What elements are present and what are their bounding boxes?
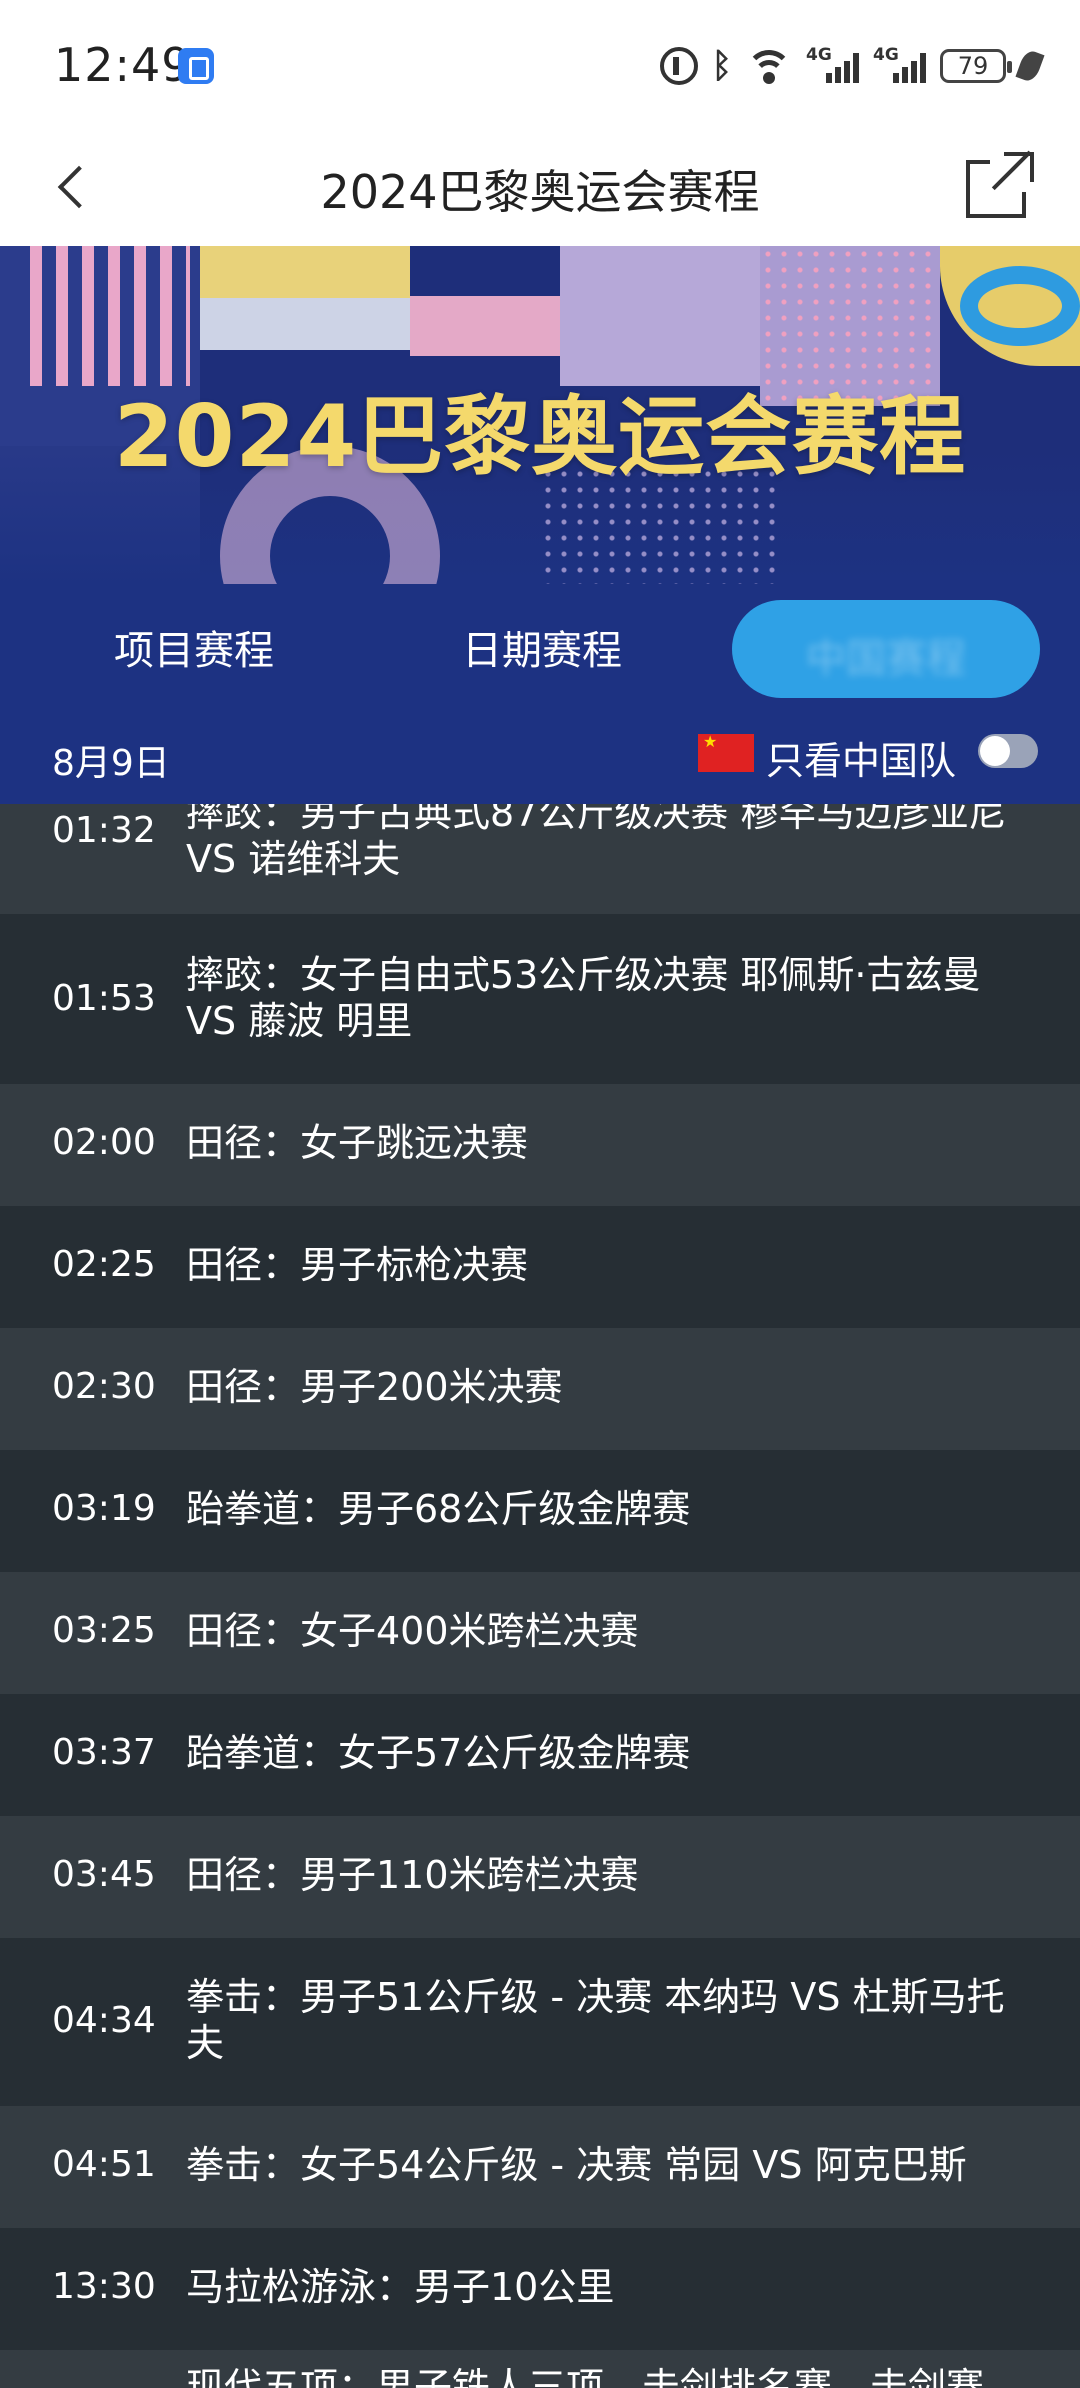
event-title: 现代五项：男子铁人三项，击剑排名赛，击剑赛 <box>186 2365 985 2388</box>
banner-shape <box>200 298 410 350</box>
event-title: 跆拳道：女子57公斤级金牌赛 <box>186 1731 691 1775</box>
lock-app-icon <box>178 48 214 84</box>
event-time: 01:53 <box>52 978 156 1019</box>
event-title: 田径：女子400米跨栏决赛 <box>186 1609 639 1653</box>
event-title: 田径：男子标枪决赛 <box>186 1243 529 1287</box>
schedule-row[interactable]: 04:34 拳击：男子51公斤级 - 决赛 本纳玛 VS 杜斯马托夫 <box>0 1938 1080 2106</box>
event-time: 03:25 <box>52 1610 156 1651</box>
current-date: 8月9日 <box>52 743 170 784</box>
event-time: 02:00 <box>52 1122 156 1163</box>
event-time: 01:32 <box>52 810 156 851</box>
event-title: 摔跤：女子自由式53公斤级决赛 耶佩斯·古兹曼 VS 藤波 明里 <box>186 953 981 1043</box>
event-title: 马拉松游泳：男子10公里 <box>186 2265 615 2309</box>
schedule-row[interactable]: 03:19 跆拳道：男子68公斤级金牌赛 <box>0 1450 1080 1572</box>
leaf-icon <box>1015 48 1045 84</box>
app-header: 2024巴黎奥运会赛程 <box>0 130 1080 246</box>
china-only-label: 只看中国队 <box>766 739 957 783</box>
schedule-row[interactable]: 01:32 摔跤：男子古典式87公斤级决赛 穆罕马迈彦亚尼 VS 诺维科夫 <box>0 804 1080 914</box>
signal-label: 4G <box>806 45 832 65</box>
tab-china-schedule[interactable]: 中国赛程 <box>732 600 1040 698</box>
schedule-row[interactable]: 现代五项：男子铁人三项，击剑排名赛，击剑赛 <box>0 2350 1080 2388</box>
event-time: 03:45 <box>52 1854 156 1895</box>
event-title: 田径：男子110米跨栏决赛 <box>186 1853 639 1897</box>
schedule-row[interactable]: 13:30 马拉松游泳：男子10公里 <box>0 2228 1080 2350</box>
tab-china-label: 中国赛程 <box>806 636 966 682</box>
schedule-row[interactable]: 02:25 田径：男子标枪决赛 <box>0 1206 1080 1328</box>
china-flag-icon <box>698 732 754 772</box>
banner-title: 2024巴黎奥运会赛程 <box>113 387 967 487</box>
banner-shape <box>410 296 560 356</box>
battery-icon: 79 <box>940 49 1012 83</box>
date-filter-row: 8月9日 只看中国队 <box>0 710 1080 804</box>
share-icon[interactable] <box>966 150 1034 218</box>
wifi-icon <box>746 48 792 84</box>
event-time: 13:30 <box>52 2266 156 2307</box>
hero-banner: 2024巴黎奥运会赛程 <box>0 246 1080 584</box>
banner-stripes <box>30 246 190 386</box>
signal-icon-2: 4G <box>873 45 926 83</box>
event-title: 田径：男子200米决赛 <box>186 1365 563 1409</box>
event-time: 02:25 <box>52 1244 156 1285</box>
event-title: 拳击：女子54公斤级 - 决赛 常园 VS 阿克巴斯 <box>186 2143 967 2187</box>
banner-shape <box>200 246 410 298</box>
event-title: 跆拳道：男子68公斤级金牌赛 <box>186 1487 691 1531</box>
status-icons: ᛒ 4G 4G 79 <box>659 44 1045 88</box>
schedule-row[interactable]: 02:30 田径：男子200米决赛 <box>0 1328 1080 1450</box>
event-time: 04:34 <box>52 2000 156 2041</box>
banner-ring <box>960 266 1080 346</box>
status-time: 12:49 <box>54 38 192 92</box>
tab-bar: 项目赛程 日期赛程 中国赛程 <box>0 584 1080 710</box>
schedule-row[interactable]: 02:00 田径：女子跳远决赛 <box>0 1084 1080 1206</box>
schedule-row[interactable]: 03:37 跆拳道：女子57公斤级金牌赛 <box>0 1694 1080 1816</box>
event-time: 02:30 <box>52 1366 156 1407</box>
signal-label-2: 4G <box>873 45 899 65</box>
event-time: 03:37 <box>52 1732 156 1773</box>
schedule-row[interactable]: 03:25 田径：女子400米跨栏决赛 <box>0 1572 1080 1694</box>
china-only-toggle[interactable] <box>978 734 1038 768</box>
event-title: 拳击：男子51公斤级 - 决赛 本纳玛 VS 杜斯马托夫 <box>186 1975 1005 2065</box>
event-time: 04:51 <box>52 2144 156 2185</box>
schedule-row[interactable]: 04:51 拳击：女子54公斤级 - 决赛 常园 VS 阿克巴斯 <box>0 2106 1080 2228</box>
signal-icon: 4G <box>806 45 859 83</box>
event-time: 03:19 <box>52 1488 156 1529</box>
tab-by-sport[interactable]: 项目赛程 <box>114 618 274 676</box>
status-bar: 12:49 ᛒ 4G 4G 79 <box>0 0 1080 130</box>
battery-level: 79 <box>957 52 989 80</box>
banner-shape <box>560 246 760 386</box>
event-title: 田径：女子跳远决赛 <box>186 1121 529 1165</box>
schedule-list: 01:32 摔跤：男子古典式87公斤级决赛 穆罕马迈彦亚尼 VS 诺维科夫 01… <box>0 804 1080 2388</box>
schedule-row[interactable]: 03:45 田径：男子110米跨栏决赛 <box>0 1816 1080 1938</box>
data-saver-icon <box>659 47 698 85</box>
event-title: 摔跤：男子古典式87公斤级决赛 穆罕马迈彦亚尼 VS 诺维科夫 <box>186 804 1007 881</box>
schedule-row[interactable]: 01:53 摔跤：女子自由式53公斤级决赛 耶佩斯·古兹曼 VS 藤波 明里 <box>0 914 1080 1084</box>
tab-by-date[interactable]: 日期赛程 <box>462 618 622 676</box>
bluetooth-icon: ᛒ <box>711 46 732 86</box>
page-title: 2024巴黎奥运会赛程 <box>320 165 760 219</box>
